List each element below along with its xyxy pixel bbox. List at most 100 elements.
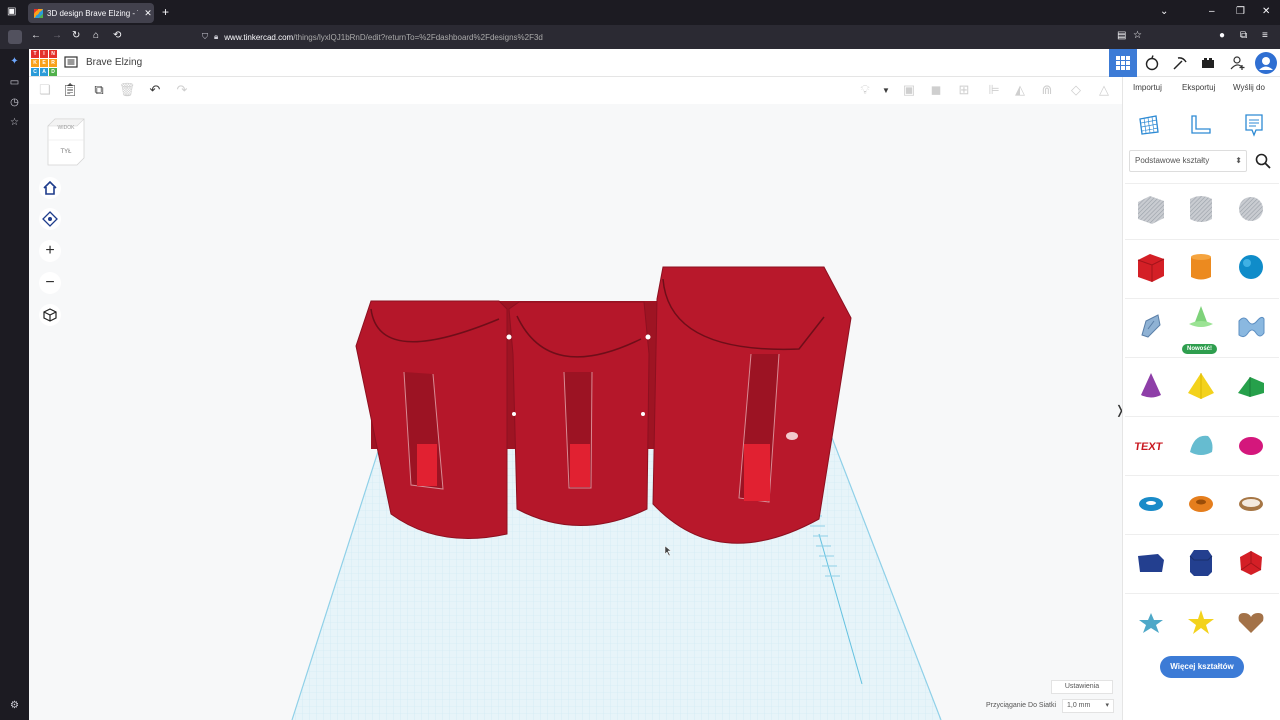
duplicate-icon[interactable]: ⧉	[91, 82, 107, 98]
workplane-canvas[interactable]	[29, 104, 1122, 720]
shape-cone[interactable]	[1129, 364, 1173, 408]
customize-gear-icon[interactable]: ⚙	[8, 699, 21, 712]
lock-icon[interactable]: 🔒︎	[214, 32, 218, 42]
red-holder-model[interactable]	[355, 266, 852, 544]
ruler-icon[interactable]: △	[1096, 82, 1112, 98]
shape-scribble[interactable]	[1129, 304, 1173, 348]
shape-roof[interactable]	[1229, 364, 1273, 408]
browser-tab[interactable]: 3D design Brave Elzing - Tinker ✕	[28, 3, 154, 23]
search-icon[interactable]	[1254, 152, 1272, 170]
shape-box-hole[interactable]	[1129, 187, 1173, 231]
workplane-tool-icon[interactable]	[1137, 113, 1161, 137]
url-bar[interactable]: ⛉ 🔒︎ www.tinkercad.com/things/lyxlQJ1bRn…	[196, 27, 1148, 47]
design-list-icon[interactable]	[64, 55, 78, 69]
shape-half-sphere[interactable]	[1229, 423, 1273, 467]
design-title[interactable]: Brave Elzing	[86, 57, 142, 68]
bricks-button[interactable]	[1194, 49, 1222, 77]
synced-tabs-icon[interactable]: ▭	[8, 76, 21, 89]
shape-sphere-hole[interactable]	[1229, 187, 1273, 231]
close-tab-icon[interactable]: ✕	[142, 8, 154, 19]
history-clock-icon[interactable]: ◷	[8, 96, 21, 109]
paste-icon[interactable]: 📋︎	[62, 82, 79, 98]
snap-grid-select[interactable]: 1,0 mm ▾	[1062, 699, 1114, 713]
cruise-icon[interactable]: ⊞	[956, 82, 972, 98]
sim-lab-button[interactable]	[1138, 49, 1166, 77]
sidebar-toggle-icon[interactable]	[8, 30, 22, 44]
add-user-button[interactable]	[1224, 49, 1252, 77]
notes-tool-icon[interactable]	[1243, 113, 1265, 137]
shape-paraboloid[interactable]	[1179, 423, 1223, 467]
copy-icon[interactable]: ❏	[37, 82, 53, 98]
brown-ring-icon	[1239, 497, 1263, 511]
blue-sphere-icon	[1239, 255, 1263, 279]
redo-icon[interactable]: ↷	[174, 82, 190, 98]
send-to-button[interactable]: Wyślij do	[1233, 83, 1265, 92]
shield-icon[interactable]: ⛉	[202, 32, 208, 42]
tab-overview-icon[interactable]: ▣	[7, 6, 16, 17]
profile-avatar[interactable]	[1252, 49, 1280, 77]
shape-sphere[interactable]	[1229, 245, 1273, 289]
shape-polyhedron[interactable]	[1229, 541, 1273, 585]
view-cube[interactable]: WIDOK TYŁ	[47, 118, 85, 166]
menu-icon[interactable]: ≡	[1262, 30, 1268, 41]
shape-category-value: Podstawowe kształty	[1135, 156, 1210, 165]
extension-icon[interactable]: ●	[1219, 30, 1225, 41]
reader-view-icon[interactable]: ▤	[1117, 30, 1126, 41]
export-button[interactable]: Eksportuj	[1182, 83, 1215, 92]
more-shapes-button[interactable]: Więcej kształtów	[1160, 656, 1244, 678]
shape-tube[interactable]	[1179, 482, 1223, 526]
chevron-down-icon[interactable]: ▼	[878, 82, 894, 98]
shape-torus[interactable]	[1129, 482, 1173, 526]
extensions-puzzle-icon[interactable]: ⧉	[1240, 30, 1247, 41]
history-icon[interactable]: ⟲	[113, 30, 121, 41]
forward-arrow-icon[interactable]: →	[52, 30, 62, 41]
maximize-icon[interactable]: ❐	[1236, 6, 1245, 17]
workplane-viewport[interactable]: WIDOK TYŁ + − ❭ Ustawienia Przyciąganie …	[29, 104, 1122, 720]
zoom-out-button[interactable]: −	[39, 272, 61, 294]
minimize-icon[interactable]: –	[1209, 6, 1215, 17]
shape-box[interactable]	[1129, 245, 1173, 289]
shape-heart[interactable]	[1229, 600, 1273, 644]
tab-list-chevron-icon[interactable]: ⌄	[1160, 6, 1168, 17]
group-icon[interactable]: ▣	[901, 82, 917, 98]
ungroup-icon[interactable]: ◼	[928, 82, 944, 98]
home-icon[interactable]: ⌂	[93, 30, 99, 41]
grid-view-button[interactable]	[1109, 49, 1137, 77]
shape-hexagonal-prism[interactable]	[1179, 541, 1223, 585]
light-bulb-icon[interactable]: 💡︎	[857, 82, 873, 98]
shape-category-select[interactable]: Podstawowe kształty ⬍	[1129, 150, 1247, 172]
ruler-tool-icon[interactable]	[1188, 113, 1212, 137]
tinkercad-logo[interactable]: T I N K E R C A D	[31, 50, 57, 76]
shape-ring[interactable]	[1229, 482, 1273, 526]
ai-sparkle-icon[interactable]: ✦	[8, 55, 21, 68]
bookmarks-star-icon[interactable]: ☆	[8, 116, 21, 129]
undo-icon[interactable]: ↶	[147, 82, 163, 98]
shape-wave[interactable]	[1229, 304, 1273, 348]
panel-collapse-chevron-icon[interactable]: ❭	[1115, 403, 1122, 417]
new-tab-icon[interactable]: +	[162, 5, 169, 19]
shape-wedge-prism[interactable]	[1129, 541, 1173, 585]
blocks-button[interactable]	[1166, 49, 1194, 77]
magnet-icon[interactable]: ⋒	[1039, 82, 1055, 98]
bookmark-star-icon[interactable]: ☆	[1133, 30, 1142, 41]
window-close-icon[interactable]: ✕	[1262, 6, 1270, 17]
home-view-button[interactable]	[39, 177, 61, 199]
import-button[interactable]: Importuj	[1133, 83, 1162, 92]
workplane-icon[interactable]: ◇	[1068, 82, 1084, 98]
delete-icon[interactable]: 🗑︎	[119, 82, 136, 98]
shape-star[interactable]	[1179, 600, 1223, 644]
reload-icon[interactable]: ↻	[72, 30, 80, 41]
shape-cylinder[interactable]	[1179, 245, 1223, 289]
back-arrow-icon[interactable]: ←	[31, 30, 41, 41]
shape-text[interactable]: TEXT	[1129, 423, 1173, 467]
fit-view-button[interactable]	[39, 208, 61, 230]
shape-cylinder-hole[interactable]	[1179, 187, 1223, 231]
shape-new-item[interactable]	[1179, 299, 1223, 343]
settings-button[interactable]: Ustawienia	[1051, 680, 1113, 694]
shape-pyramid[interactable]	[1179, 364, 1223, 408]
zoom-in-button[interactable]: +	[39, 240, 61, 262]
shape-star-flat[interactable]	[1129, 600, 1173, 644]
ortho-view-button[interactable]	[39, 304, 61, 326]
mirror-icon[interactable]: ◭	[1012, 82, 1028, 98]
align-icon[interactable]: ⊫	[986, 82, 1002, 98]
